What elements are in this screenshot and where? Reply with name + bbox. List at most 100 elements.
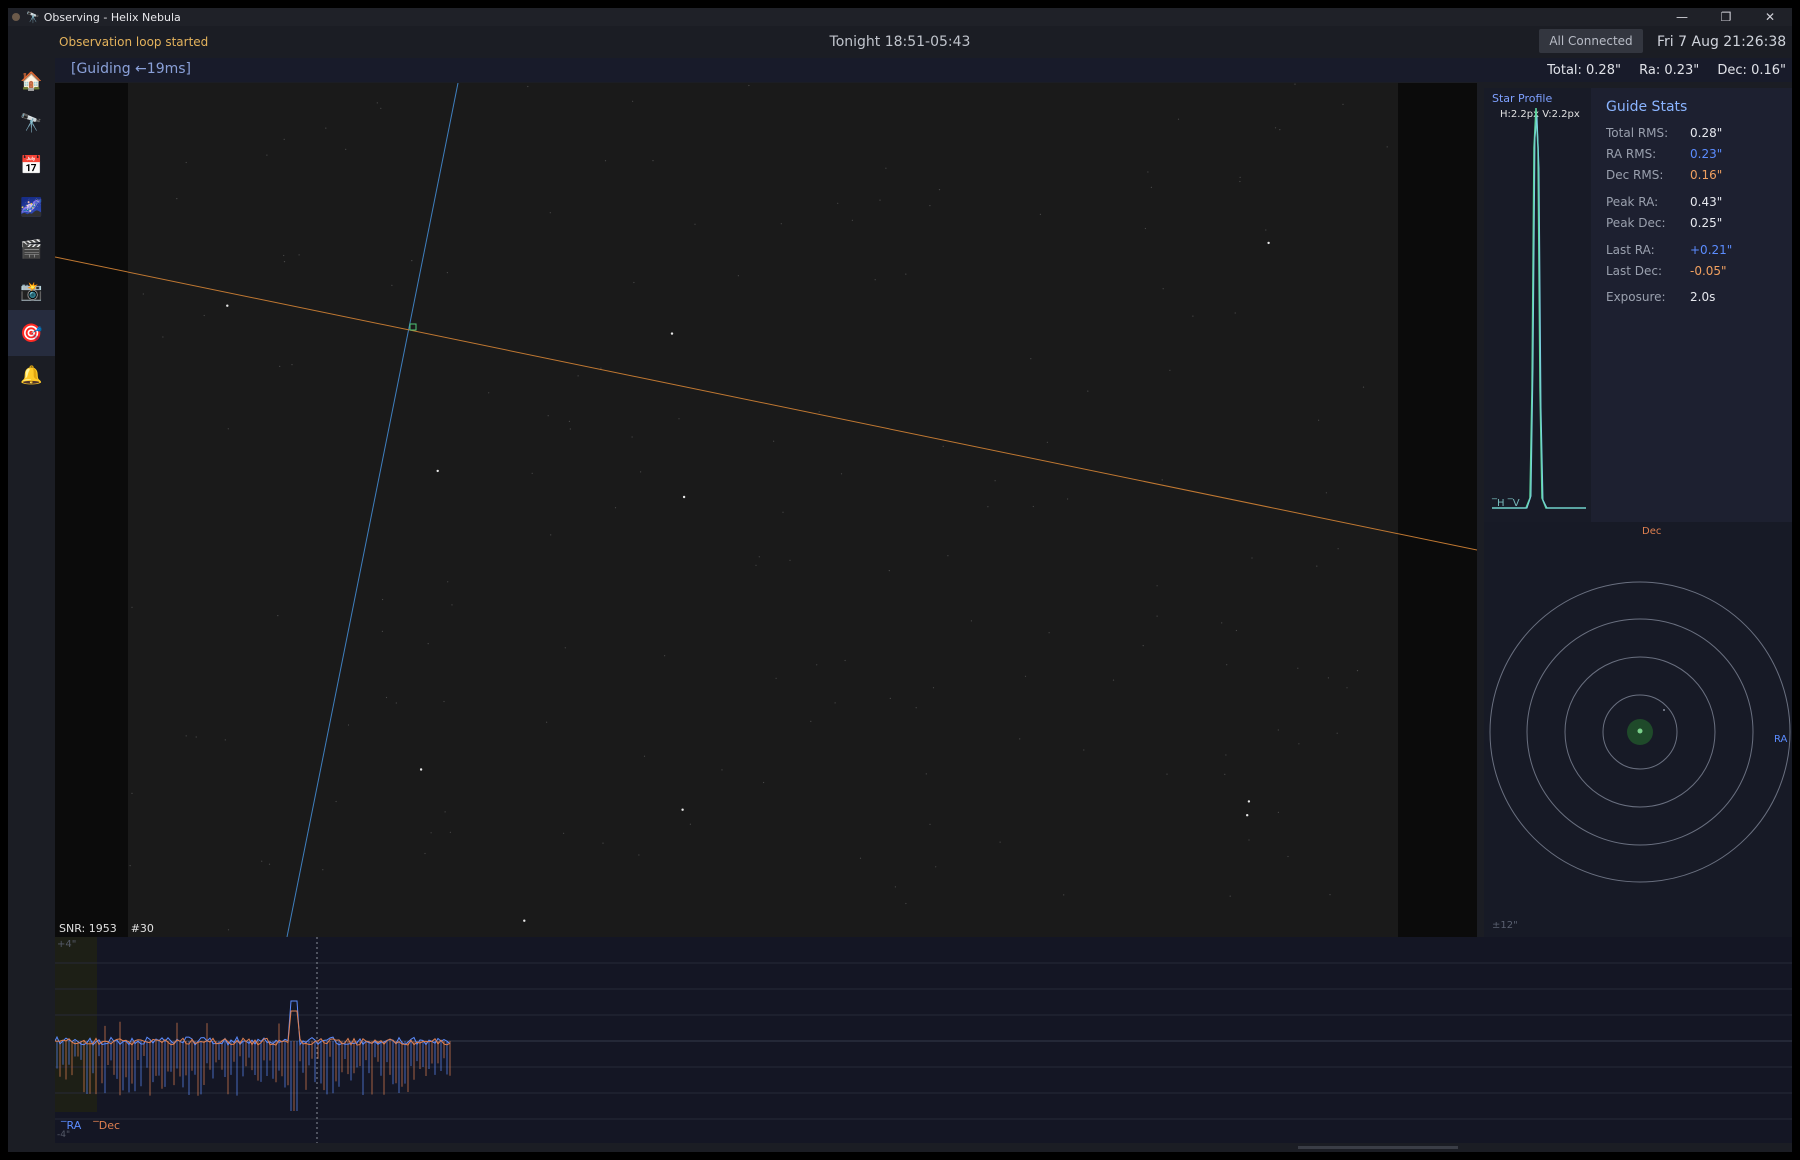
- star: [1192, 315, 1194, 317]
- star: [547, 415, 549, 417]
- sidebar-item-home[interactable]: 🏠: [8, 58, 55, 104]
- sidebar-item-camera[interactable]: 📸: [8, 268, 55, 314]
- stat-value: 0.25": [1690, 216, 1723, 230]
- telescope-icon: 🔭: [20, 112, 43, 134]
- star: [1279, 129, 1281, 131]
- sidebar-item-guiding[interactable]: 🎯: [8, 310, 55, 356]
- star: [1083, 749, 1085, 751]
- star: [1235, 629, 1237, 632]
- star: [840, 473, 843, 475]
- star: [652, 160, 654, 162]
- star: [283, 254, 285, 257]
- star: [176, 198, 178, 200]
- star: [929, 823, 931, 826]
- legend-dec[interactable]: ‾Dec: [93, 1119, 120, 1132]
- star: [1226, 664, 1228, 666]
- camera-icon: 📸: [20, 280, 43, 302]
- star: [577, 375, 579, 377]
- star: [1112, 679, 1115, 681]
- star: [546, 721, 548, 723]
- star: [131, 606, 133, 608]
- minimize-button[interactable]: —: [1660, 8, 1704, 26]
- star: [1225, 754, 1227, 756]
- sidebar-item-galaxy[interactable]: 🌌: [8, 184, 55, 230]
- star: [523, 919, 526, 922]
- target-point: [1663, 709, 1665, 711]
- star: [664, 655, 666, 657]
- star: [1030, 358, 1032, 360]
- star: [632, 100, 634, 102]
- guide-camera-view[interactable]: SNR: 1953 #30: [55, 83, 1477, 937]
- star: [1024, 675, 1027, 677]
- observing-window: 🔭 Observing - Helix Nebula — ❐ ✕ Observa…: [8, 8, 1792, 1152]
- star: [1329, 894, 1331, 896]
- star: [780, 223, 782, 225]
- sidebar-item-sequence[interactable]: 🎬: [8, 226, 55, 272]
- maximize-button[interactable]: ❐: [1704, 8, 1748, 26]
- star: [195, 736, 197, 738]
- star: [837, 202, 839, 204]
- sidebar-item-alerts[interactable]: 🔔: [8, 352, 55, 398]
- star: [1274, 127, 1277, 129]
- star: [381, 630, 383, 633]
- star: [905, 902, 907, 905]
- star: [203, 314, 205, 317]
- star: [283, 138, 285, 140]
- star: [1362, 386, 1365, 388]
- sidebar-item-telescope[interactable]: 🔭: [8, 100, 55, 146]
- sidebar-item-calendar[interactable]: 📅: [8, 142, 55, 188]
- home-icon: 🏠: [20, 70, 43, 92]
- stat-label: Peak RA:: [1606, 195, 1659, 209]
- window-controls: — ❐ ✕: [1660, 8, 1792, 26]
- star: [763, 781, 765, 784]
- star: [678, 418, 680, 420]
- dec-rms: Dec: 0.16": [1717, 63, 1786, 78]
- star: [999, 841, 1001, 843]
- scrollbar-thumb[interactable]: [1298, 1146, 1458, 1149]
- star: [643, 755, 646, 757]
- star: [670, 332, 674, 335]
- star: [1337, 548, 1339, 550]
- star: [382, 598, 384, 601]
- horizontal-scrollbar[interactable]: [8, 1143, 1792, 1152]
- star: [604, 160, 607, 162]
- star: [1019, 738, 1021, 740]
- star: [935, 866, 937, 868]
- target-icon: 🎯: [20, 322, 43, 344]
- close-button[interactable]: ✕: [1748, 8, 1792, 26]
- correction-bars: [56, 1021, 451, 1111]
- star: [430, 832, 432, 834]
- star: [929, 205, 931, 207]
- star: [905, 273, 907, 275]
- star: [488, 392, 490, 394]
- star: [1169, 369, 1171, 371]
- connection-badge[interactable]: All Connected: [1539, 29, 1643, 53]
- star: [527, 85, 529, 88]
- star: [1318, 419, 1320, 421]
- star: [1161, 479, 1163, 481]
- star: [451, 604, 453, 606]
- star: [227, 929, 230, 931]
- star: [816, 664, 818, 666]
- star: [1063, 894, 1065, 896]
- star: [1039, 213, 1041, 215]
- star: [885, 167, 887, 169]
- legend-ra[interactable]: ‾RA: [61, 1119, 81, 1132]
- star: [335, 800, 337, 803]
- star: [1297, 667, 1299, 669]
- star: [942, 445, 944, 447]
- tonight-window: Tonight 18:51-05:43: [829, 34, 971, 50]
- star: [970, 620, 973, 622]
- calendar-icon: 📅: [20, 154, 43, 176]
- star: [298, 254, 300, 256]
- date-time: Fri 7 Aug 21:26:38: [1657, 34, 1787, 50]
- star: [925, 773, 927, 775]
- stat-value: 0.28": [1690, 126, 1723, 140]
- star: [568, 420, 571, 422]
- window-menu-icon[interactable]: [12, 13, 20, 21]
- stat-value: 0.23": [1690, 147, 1723, 161]
- star: [1239, 180, 1241, 183]
- star: [1166, 773, 1168, 775]
- star: [932, 687, 935, 689]
- sensor-area: [128, 83, 1398, 937]
